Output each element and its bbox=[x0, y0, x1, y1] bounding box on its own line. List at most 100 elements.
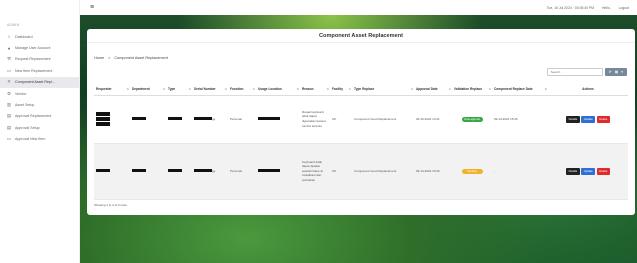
function-cell: Personal bbox=[228, 95, 256, 144]
page-title: Component Asset Replacement bbox=[87, 29, 635, 43]
sidebar-item-request-replacement[interactable]: ⚒ Request Replacement bbox=[0, 54, 79, 65]
type-replace-cell: Component Good Replacement bbox=[352, 95, 414, 144]
gear-icon: ⚙ bbox=[6, 90, 12, 96]
type-cell bbox=[166, 95, 192, 144]
facility-cell: OK bbox=[330, 95, 352, 144]
details-button[interactable]: Details bbox=[566, 115, 580, 123]
search-input[interactable] bbox=[546, 68, 603, 76]
sidebar: ADMIN ⌂ Dashboard ● Manage User Account ⚒ R… bbox=[0, 0, 80, 263]
department-cell bbox=[130, 143, 166, 200]
replacement-table: Requester ⇅ Department ⇅ Type ⇅ Serial Numb… bbox=[94, 83, 628, 200]
wrench-icon: ⚒ bbox=[6, 56, 12, 62]
sidebar-item-new-item-replacement[interactable]: ▭ New Item Replacement bbox=[0, 65, 79, 76]
user-icon: ● bbox=[7, 45, 11, 51]
sidebar-header: ADMIN bbox=[7, 23, 20, 27]
requester-cell bbox=[94, 95, 130, 144]
column-header: Actions bbox=[548, 83, 628, 96]
document-icon: ▭ bbox=[6, 136, 12, 142]
sidebar-item-label: Request Replacement bbox=[15, 57, 51, 62]
approval-date-cell: 09-16-2024 13:21 bbox=[414, 95, 452, 144]
document-icon: ▭ bbox=[6, 67, 12, 73]
content-card: Component Asset Replacement Home > Compo… bbox=[87, 29, 635, 215]
column-header[interactable]: Type ⇅ bbox=[166, 83, 192, 96]
reason-cell: Rusak keyboard tidak dapat digunakan kar… bbox=[300, 95, 330, 144]
column-header[interactable]: Type Replace ⇅ bbox=[352, 83, 414, 96]
sidebar-item-label: Vendor bbox=[15, 91, 27, 96]
datetime-display: Tue, 16 Jul 2024 · 03:05:40 PM bbox=[546, 5, 594, 10]
home-icon: ⌂ bbox=[7, 34, 11, 40]
validation-cell: Pending bbox=[452, 143, 492, 200]
column-header[interactable]: Function ⇅ bbox=[228, 83, 256, 96]
approval-date-cell: 09-14-2024 15:26 bbox=[414, 143, 452, 200]
component-replace-date-cell: - bbox=[492, 143, 548, 200]
chevron-down-icon: ▾ bbox=[621, 70, 623, 74]
function-cell: Personal bbox=[228, 143, 256, 200]
table-toolbar: ⟳ ▦ ▾ bbox=[546, 68, 627, 76]
table-row: 04 Personal Rusak keyboard tidak dapat d… bbox=[94, 95, 628, 144]
sidebar-item-approval-replacement[interactable]: ▤ Approval Replacement bbox=[0, 111, 79, 122]
column-header[interactable]: Component Replace Date ⇅ bbox=[492, 83, 548, 96]
calendar-icon: ▤ bbox=[6, 124, 12, 130]
sidebar-item-label: Dashboard bbox=[15, 34, 33, 39]
sidebar-item-vendor[interactable]: ⚙ Vendor bbox=[0, 88, 79, 99]
facility-cell: OK bbox=[330, 143, 352, 200]
validation-cell: Done approval bbox=[452, 95, 492, 144]
sidebar-item-manage-user[interactable]: ● Manage User Account bbox=[0, 42, 79, 53]
sidebar-menu: ⌂ Dashboard ● Manage User Account ⚒ Request… bbox=[0, 31, 79, 145]
breadcrumb-home[interactable]: Home bbox=[94, 56, 104, 60]
columns-icon: ▦ bbox=[614, 70, 619, 74]
update-button[interactable]: Update bbox=[581, 167, 596, 175]
sidebar-item-component-asset[interactable]: ✕ Component Asset Repl... bbox=[0, 76, 79, 88]
type-replace-cell: Component Good Replacement bbox=[352, 143, 414, 200]
hamburger-menu-icon[interactable]: ≡ bbox=[90, 4, 94, 11]
breadcrumb: Home > Component Asset Replacement bbox=[94, 56, 168, 60]
pagination-info: Showing 1 to 2 of 2 rows bbox=[94, 203, 127, 207]
sidebar-item-approval-setup[interactable]: ▤ Approval Setup bbox=[0, 122, 79, 133]
sidebar-item-label: Approval New Item bbox=[15, 137, 46, 142]
logout-link[interactable]: Logout bbox=[619, 6, 629, 10]
sidebar-item-label: Approval Setup bbox=[15, 125, 40, 130]
component-replace-date-cell: 09-14-2024 15:26 bbox=[492, 95, 548, 144]
column-header[interactable]: Approval Date ⇅ bbox=[414, 83, 452, 96]
usage-location-cell bbox=[256, 95, 300, 144]
breadcrumb-separator: > bbox=[108, 56, 111, 60]
sidebar-item-label: Manage User Account bbox=[15, 46, 51, 51]
details-button[interactable]: Details bbox=[566, 167, 580, 175]
table-tools-button[interactable]: ⟳ ▦ ▾ bbox=[604, 68, 627, 76]
sidebar-item-asset-setup[interactable]: ▥ Asset Setup bbox=[0, 99, 79, 110]
trash-icon: ▥ bbox=[6, 102, 12, 108]
cross-arrows-icon: ✕ bbox=[7, 79, 11, 85]
update-button[interactable]: Update bbox=[581, 115, 596, 123]
column-header[interactable]: Requester ⇅ bbox=[94, 83, 130, 96]
delete-button[interactable]: Delete bbox=[596, 115, 610, 123]
refresh-icon: ⟳ bbox=[608, 70, 612, 74]
status-badge: Done approval bbox=[461, 116, 483, 122]
department-cell bbox=[130, 95, 166, 144]
actions-cell: Details Update Delete bbox=[548, 95, 628, 144]
usage-location-cell bbox=[256, 143, 300, 200]
reason-cell: Keyboard tidak dapat dipakai setelah fok… bbox=[300, 143, 330, 200]
type-cell bbox=[166, 143, 192, 200]
table-header-row: Requester ⇅ Department ⇅ Type ⇅ Serial Numb… bbox=[94, 83, 628, 96]
calendar-icon: ▤ bbox=[6, 113, 12, 119]
sidebar-item-label: New Item Replacement bbox=[15, 68, 53, 73]
top-bar: ≡ Tue, 16 Jul 2024 · 03:05:40 PM Hello, … bbox=[80, 0, 637, 15]
serial-number-cell: 04 bbox=[192, 95, 228, 144]
topbar-right: Tue, 16 Jul 2024 · 03:05:40 PM Hello, Lo… bbox=[547, 6, 637, 10]
requester-cell bbox=[94, 143, 130, 200]
sidebar-item-dashboard[interactable]: ⌂ Dashboard bbox=[0, 31, 79, 42]
sidebar-item-approval-new-item[interactable]: ▭ Approval New Item bbox=[0, 134, 79, 145]
actions-cell: Details Update Delete bbox=[548, 143, 628, 200]
sidebar-item-label: Asset Setup bbox=[15, 103, 35, 108]
column-header[interactable]: Usage Location ⇅ bbox=[256, 83, 300, 96]
status-badge: Pending bbox=[461, 168, 483, 174]
delete-button[interactable]: Delete bbox=[596, 167, 610, 175]
column-header[interactable]: Reason ⇅ bbox=[300, 83, 330, 96]
table-row: 94 Personal Keyboard tidak dapat dipakai… bbox=[94, 143, 628, 200]
column-header[interactable]: Department ⇅ bbox=[130, 83, 166, 96]
column-header[interactable]: Facility ⇅ bbox=[330, 83, 352, 96]
serial-number-cell: 94 bbox=[192, 143, 228, 200]
sidebar-item-label: Approval Replacement bbox=[15, 114, 52, 119]
column-header[interactable]: Serial Number ⇅ bbox=[192, 83, 228, 96]
column-header[interactable]: Validation Replace ⇅ bbox=[452, 83, 492, 96]
